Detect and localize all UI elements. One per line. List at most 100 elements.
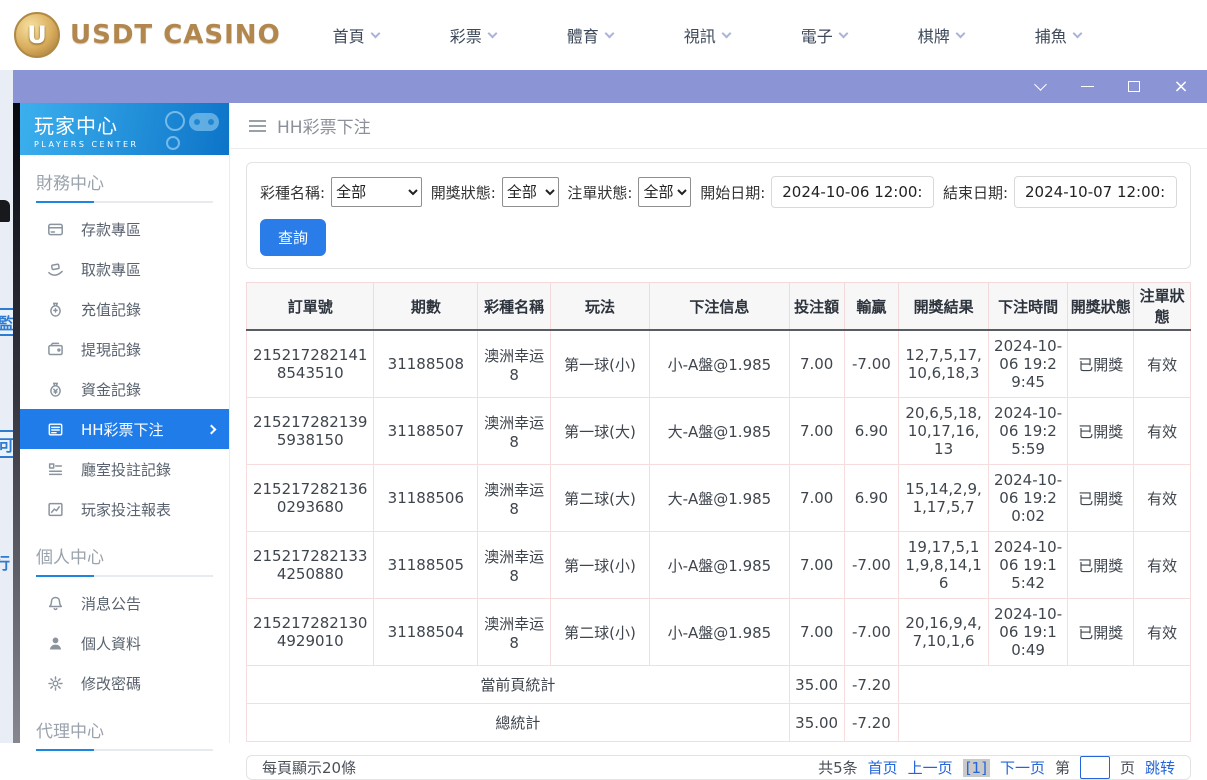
table-cell: 15,14,2,9,1,17,5,7	[899, 465, 989, 532]
table-cell: 第一球(小)	[550, 330, 649, 398]
hamburger-icon[interactable]	[249, 120, 266, 132]
table-cell: -7.00	[844, 330, 899, 398]
end-date-label: 結束日期:	[943, 182, 1008, 203]
start-date-input[interactable]	[771, 176, 934, 208]
page-title: HH彩票下注	[277, 113, 371, 138]
table-row: 215217282136029368031188506澳洲幸运8第二球(大)大-…	[247, 465, 1191, 532]
table-cell: 31188505	[374, 532, 478, 599]
lottery-type-label: 彩種名稱:	[260, 182, 325, 203]
summary-label: 當前頁統計	[247, 666, 790, 704]
background-page-fragment: 可	[0, 430, 13, 458]
next-page-link[interactable]: 下一页	[1000, 757, 1045, 778]
table-cell: 2152172821418543510	[247, 330, 374, 398]
coin-logo-icon: U	[14, 12, 60, 58]
window-left-border	[13, 103, 20, 743]
sidebar-item-label: 消息公告	[81, 593, 141, 614]
jump-action-link[interactable]: 跳转	[1145, 757, 1175, 778]
nav-item[interactable]: 視訊	[684, 23, 730, 47]
sidebar-item-修改密碼[interactable]: 修改密碼	[20, 663, 229, 703]
table-cell: 大-A盤@1.985	[650, 398, 790, 465]
page-size-text: 每頁顯示20條	[262, 757, 356, 778]
prev-page-link[interactable]: 上一页	[908, 757, 953, 778]
gear-icon	[47, 675, 64, 692]
sidebar-item-提現記錄[interactable]: 提現記錄	[20, 329, 229, 369]
sidebar-item-label: 修改密碼	[81, 673, 141, 694]
table-cell: 有效	[1134, 465, 1191, 532]
sidebar-item-玩家投注報表[interactable]: 玩家投注報表	[20, 489, 229, 529]
nav-item[interactable]: 體育	[567, 23, 613, 47]
main-panel: HH彩票下注 彩種名稱: 全部 開獎狀態: 全部 注單狀態: 全部 開始日期: …	[230, 103, 1207, 743]
bet-report-icon	[47, 501, 64, 518]
bet-table-wrap: 訂單號期數彩種名稱玩法下注信息投注額輸贏開獎結果下注時間開獎狀態注單狀態 215…	[246, 282, 1191, 742]
sidebar-item-HH彩票下注[interactable]: HH彩票下注	[20, 409, 229, 449]
sidebar-item-充值記錄[interactable]: 充值記錄	[20, 289, 229, 329]
sidebar-item-存款專區[interactable]: 存款專區	[20, 209, 229, 249]
table-cell: 31188504	[374, 599, 478, 666]
total-count-text: 共5条	[818, 757, 858, 778]
sidebar-item-label: HH彩票下注	[81, 419, 164, 440]
table-cell: 6.90	[844, 465, 899, 532]
summary-empty	[899, 666, 1191, 704]
page-jump-input[interactable]	[1080, 756, 1110, 779]
chevron-down-icon	[604, 28, 614, 38]
sidebar-menu: 財務中心存款專區取款專區充值記錄提現記錄資金記錄HH彩票下注廳室投註記錄玩家投注…	[20, 169, 229, 751]
table-cell: 2152172821304929010	[247, 599, 374, 666]
nav-item[interactable]: 棋牌	[918, 23, 964, 47]
draw-status-label: 開獎狀態:	[431, 182, 496, 203]
nav-item-label: 視訊	[684, 23, 716, 47]
sidebar: 玩家中心 PLAYERS CENTER 財務中心存款專區取款專區充值記錄提現記錄…	[20, 103, 230, 743]
table-cell: 2152172821334250880	[247, 532, 374, 599]
table-cell: 有效	[1134, 599, 1191, 666]
window-maximize-icon[interactable]	[1126, 79, 1142, 95]
chevron-down-icon	[1072, 28, 1082, 38]
nav-item[interactable]: 彩票	[450, 23, 496, 47]
nav-item[interactable]: 捕魚	[1035, 23, 1081, 47]
profile-icon	[47, 635, 64, 652]
sidebar-item-取款專區[interactable]: 取款專區	[20, 249, 229, 289]
lottery-type-select[interactable]: 全部	[331, 177, 422, 207]
table-cell: 7.00	[789, 330, 844, 398]
pager: 共5条 首页 上一页 [1] 下一页 第 页 跳转	[818, 756, 1175, 779]
end-date-input[interactable]	[1014, 176, 1177, 208]
sidebar-section-label: 個人中心	[36, 543, 213, 568]
nav-item[interactable]: 電子	[801, 23, 847, 47]
app-window: × 玩家中心 PLAYERS CENTER 財務中心存款專區取款專區充值記錄提現…	[13, 70, 1207, 743]
filter-panel: 彩種名稱: 全部 開獎狀態: 全部 注單狀態: 全部 開始日期: 結束日期: 查…	[246, 162, 1191, 269]
chevron-down-icon	[487, 28, 497, 38]
table-cell: 2024-10-06 19:10:49	[988, 599, 1067, 666]
column-header: 投注額	[789, 283, 844, 331]
window-minimize-icon[interactable]	[1079, 79, 1095, 95]
table-cell: 第一球(大)	[550, 398, 649, 465]
start-date-label: 開始日期:	[700, 182, 765, 203]
window-close-icon[interactable]: ×	[1173, 79, 1189, 95]
column-header: 下注時間	[988, 283, 1067, 331]
sidebar-item-廳室投註記錄[interactable]: 廳室投註記錄	[20, 449, 229, 489]
sidebar-item-label: 取款專區	[81, 259, 141, 280]
draw-status-select[interactable]: 全部	[502, 177, 559, 207]
summary-row: 當前頁統計35.00-7.20	[247, 666, 1191, 704]
jump-prefix-text: 第	[1055, 757, 1070, 778]
summary-bet-total: 35.00	[789, 666, 844, 704]
first-page-link[interactable]: 首页	[868, 757, 898, 778]
nav-item[interactable]: 首頁	[333, 23, 379, 47]
sidebar-item-label: 玩家投注報表	[81, 499, 171, 520]
brand-logo: U USDT CASINO	[14, 12, 281, 58]
window-collapse-icon[interactable]	[1032, 79, 1048, 95]
table-cell: 20,16,9,4,7,10,1,6	[899, 599, 989, 666]
sidebar-item-消息公告[interactable]: 消息公告	[20, 583, 229, 623]
sidebar-section-rule	[36, 575, 213, 577]
nav-item-label: 首頁	[333, 23, 365, 47]
sidebar-item-資金記錄[interactable]: 資金記錄	[20, 369, 229, 409]
sidebar-item-個人資料[interactable]: 個人資料	[20, 623, 229, 663]
search-button[interactable]: 查詢	[260, 219, 326, 256]
table-cell: 有效	[1134, 398, 1191, 465]
chevron-down-icon	[955, 28, 965, 38]
table-cell: 31188506	[374, 465, 478, 532]
withdraw-icon	[47, 261, 64, 278]
bell-icon	[47, 595, 64, 612]
table-cell: 2024-10-06 19:29:45	[988, 330, 1067, 398]
table-cell: 2024-10-06 19:25:59	[988, 398, 1067, 465]
order-status-select[interactable]: 全部	[638, 177, 691, 207]
column-header: 注單狀態	[1134, 283, 1191, 331]
current-page-indicator: [1]	[963, 759, 990, 777]
